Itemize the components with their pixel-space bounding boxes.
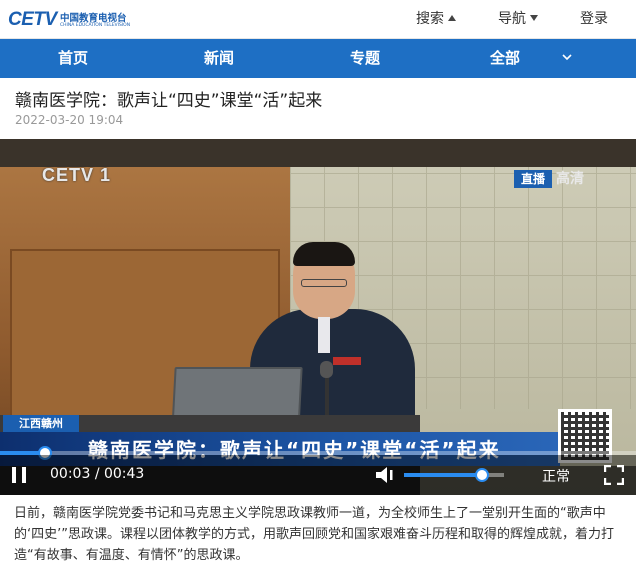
nav-caret-icon bbox=[530, 15, 538, 21]
live-tag: 直播 bbox=[514, 170, 552, 188]
video-player[interactable]: CETV 1 直播 高清 江西赣州 赣南医学院：歌声让“四史”课堂“活”起来 0… bbox=[0, 139, 636, 495]
fullscreen-icon[interactable] bbox=[604, 465, 624, 485]
top-bar: CETV 中国教育电视台 CHINA EDUCATION TELEVISION … bbox=[0, 0, 636, 39]
main-nav: 首页 新闻 专题 全部 bbox=[0, 39, 636, 78]
article-title: 赣南医学院：歌声让“四史”课堂“活”起来 bbox=[15, 91, 323, 111]
nav-label: 导航 bbox=[498, 11, 526, 27]
control-bar: 00:03 / 00:43 正常 bbox=[0, 455, 636, 495]
article-date: 2022-03-20 19:04 bbox=[15, 113, 124, 127]
speaker-badge bbox=[333, 357, 361, 365]
current-time: 00:03 bbox=[50, 466, 91, 482]
cetv-logo[interactable]: CETV 中国教育电视台 CHINA EDUCATION TELEVISION bbox=[8, 7, 130, 33]
channel-logo: CETV 1 bbox=[42, 165, 112, 185]
nav-menu[interactable]: 导航 bbox=[498, 0, 538, 39]
location-tag: 江西赣州 bbox=[3, 415, 79, 432]
article-body: 日前，赣南医学院党委书记和马克思主义学院思政课教师一道，为全校师生上了一堂别开生… bbox=[14, 506, 615, 563]
logo-text: CETV bbox=[8, 9, 57, 30]
nav-item-all[interactable]: 全部 bbox=[490, 39, 520, 78]
playback-speed[interactable]: 正常 bbox=[542, 466, 570, 486]
volume-fill bbox=[404, 473, 482, 477]
hd-tag: 高清 bbox=[556, 171, 584, 187]
nav-item-topics[interactable]: 专题 bbox=[350, 39, 380, 78]
search-menu[interactable]: 搜索 bbox=[416, 0, 456, 39]
microphone bbox=[320, 361, 333, 378]
logo-en-text: CHINA EDUCATION TELEVISION bbox=[60, 23, 131, 28]
time-separator: / bbox=[94, 466, 100, 482]
nav-item-home[interactable]: 首页 bbox=[58, 39, 88, 78]
search-label: 搜索 bbox=[416, 11, 444, 27]
speaker-glasses bbox=[301, 279, 347, 287]
search-caret-icon bbox=[448, 15, 456, 21]
login-link[interactable]: 登录 bbox=[580, 0, 608, 39]
nav-item-news[interactable]: 新闻 bbox=[204, 39, 234, 78]
volume-slider[interactable] bbox=[404, 468, 504, 482]
time-display: 00:03 / 00:43 bbox=[50, 466, 144, 482]
logo-cn-text: 中国教育电视台 bbox=[60, 13, 127, 24]
speaker-collar bbox=[318, 317, 330, 353]
chevron-down-icon[interactable] bbox=[562, 52, 572, 62]
volume-handle[interactable] bbox=[475, 468, 489, 482]
pause-icon[interactable] bbox=[9, 465, 29, 485]
volume-icon[interactable] bbox=[374, 465, 398, 485]
video-scene-ceiling bbox=[0, 139, 636, 167]
speaker-hair bbox=[293, 242, 355, 266]
duration: 00:43 bbox=[103, 466, 145, 482]
